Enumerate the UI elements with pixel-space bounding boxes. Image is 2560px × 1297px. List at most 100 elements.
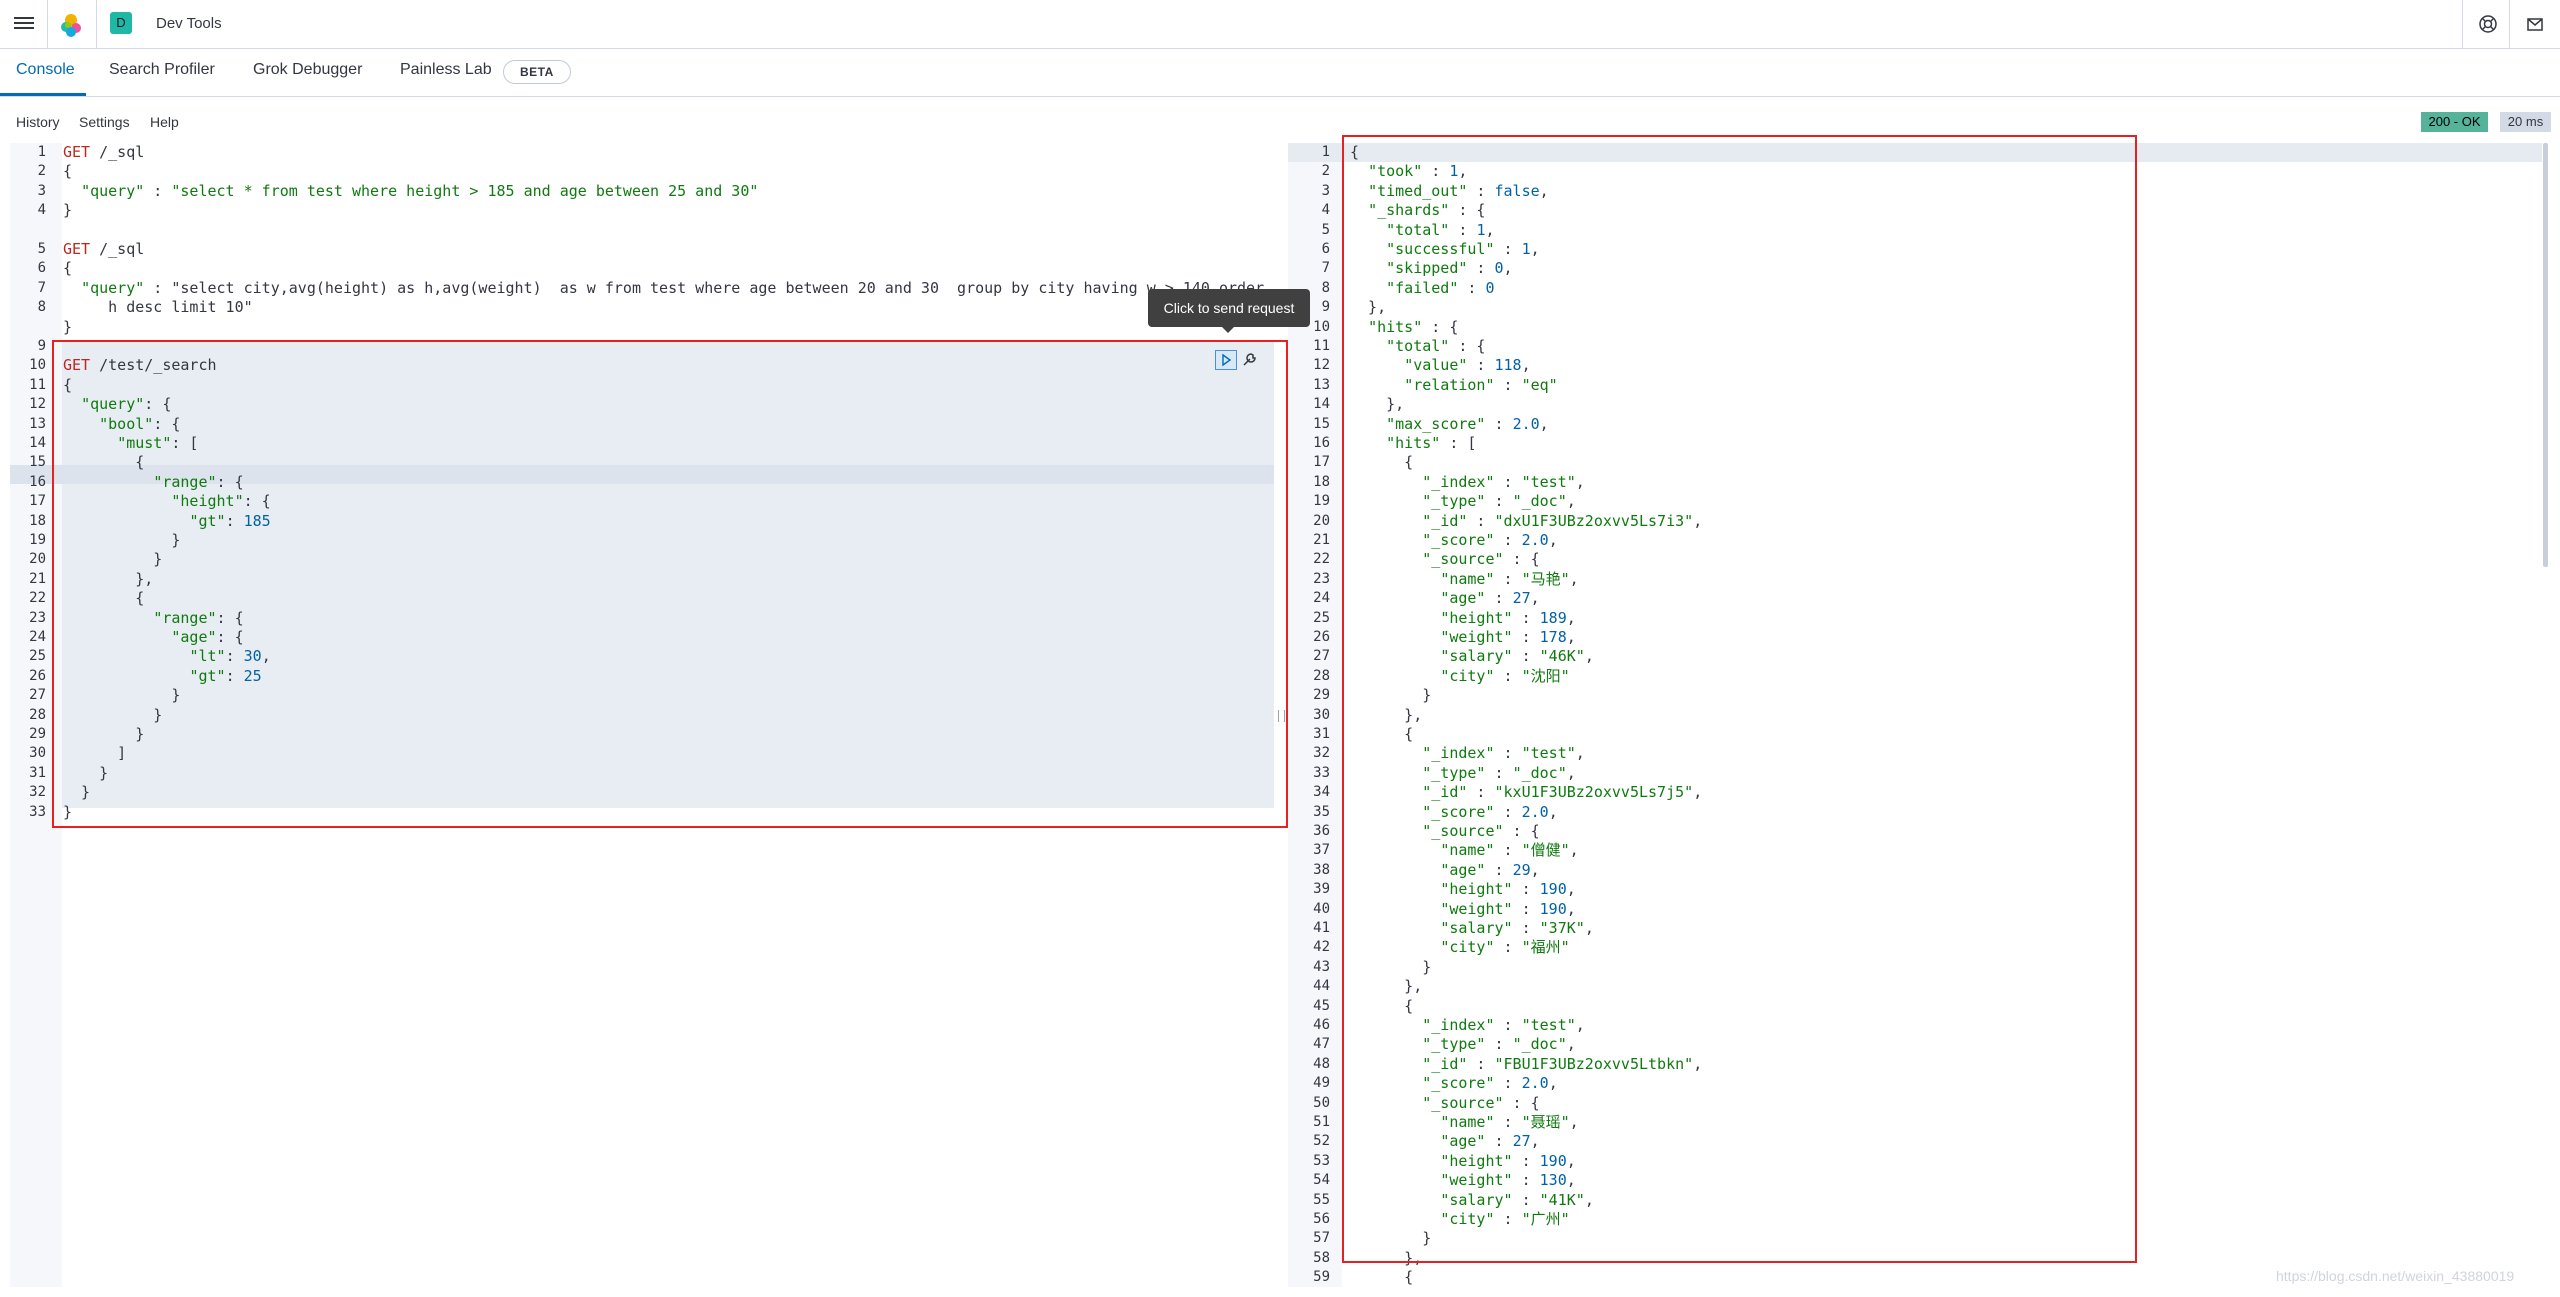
- response-code-text: "hits" : [: [1386, 434, 1477, 452]
- line-number: 3: [37, 182, 46, 199]
- line-number: 27: [29, 687, 46, 704]
- request-editor[interactable]: 1 GET /_sql 2 {3 "query" : "select * from t…: [10, 143, 1274, 1287]
- history-link[interactable]: History: [16, 114, 60, 130]
- line-number: 50: [1313, 1094, 1330, 1111]
- line-number: 20: [1313, 512, 1330, 529]
- request-code-text: "gt": 185: [189, 511, 271, 530]
- line-number: 56: [1313, 1211, 1330, 1227]
- line-number: 14: [1313, 396, 1330, 413]
- request-code-text: "range": {: [153, 608, 244, 627]
- response-code-text: "weight" : 178,: [1440, 628, 1576, 646]
- request-code-text: "query": {: [81, 395, 172, 414]
- tab-console[interactable]: Console: [16, 61, 75, 79]
- selected-request-block: [62, 342, 1274, 808]
- active-line-highlight: [1288, 143, 2542, 162]
- response-code-text: "hits" : {: [1368, 317, 1459, 336]
- devtools-tabs: Console Search Profiler Grok Debugger Pa…: [0, 49, 2560, 97]
- response-code-text: "_score" : 2.0,: [1422, 802, 1558, 821]
- settings-link[interactable]: Settings: [79, 114, 130, 130]
- tab-search-profiler[interactable]: Search Profiler: [109, 61, 215, 79]
- response-code-text: "_source" : {: [1422, 822, 1540, 840]
- request-code-text: {: [63, 453, 145, 472]
- request-code-text: "query" : "select * from test where heig…: [81, 181, 759, 200]
- response-viewer[interactable]: 1 {2 "took" : 1, 3 "timed_out" : false, 4 "…: [1288, 143, 2550, 1287]
- response-code-text: "height" : 189,: [1440, 608, 1576, 627]
- response-code-text: "age" : 27,: [1440, 589, 1540, 608]
- line-number: 31: [1313, 726, 1330, 742]
- request-code-text: ]: [63, 744, 127, 763]
- help-icon[interactable]: [2477, 13, 2499, 35]
- tab-painless-lab[interactable]: Painless Lab: [400, 61, 492, 79]
- line-number: 33: [1313, 764, 1330, 781]
- request-code-text: h desc limit 10": [63, 298, 253, 317]
- breadcrumb: Dev Tools: [156, 15, 222, 32]
- response-code-text: {: [1350, 1268, 1414, 1287]
- line-number: 34: [1313, 784, 1330, 801]
- request-code-text: }: [63, 201, 73, 220]
- header-divider: [2509, 0, 2510, 48]
- line-number: 16: [29, 473, 46, 490]
- line-number: 39: [1313, 881, 1330, 898]
- response-code-text: "height" : 190,: [1440, 880, 1576, 899]
- response-code-text: "city" : "福州": [1440, 938, 1570, 957]
- line-number: 13: [1313, 376, 1330, 393]
- mail-icon[interactable]: [2524, 13, 2546, 35]
- status-badge: 200 - OK: [2421, 112, 2488, 132]
- line-number: 15: [29, 454, 46, 471]
- line-number: 21: [1313, 532, 1330, 548]
- elastic-logo-icon[interactable]: [58, 12, 84, 38]
- line-number: 30: [29, 745, 46, 762]
- response-code-text: "name" : "马艳",: [1440, 569, 1579, 588]
- line-number: 1: [1321, 144, 1330, 160]
- line-number: 4: [37, 202, 46, 219]
- line-number: 25: [1313, 609, 1330, 626]
- menu-icon[interactable]: [14, 14, 34, 34]
- wrench-icon[interactable]: [1240, 350, 1260, 368]
- response-scrollbar[interactable]: [2543, 143, 2548, 567]
- request-code-text: }: [63, 686, 181, 705]
- response-code-text: },: [1350, 705, 1423, 724]
- line-number: 43: [1313, 958, 1330, 975]
- line-number: 21: [29, 570, 46, 587]
- response-code-text: {: [1350, 725, 1414, 743]
- pane-resize-handle[interactable]: [1278, 710, 1285, 722]
- request-code-text: GET /test/_search: [63, 356, 217, 375]
- request-code-text: }: [63, 550, 163, 569]
- help-link[interactable]: Help: [150, 114, 179, 130]
- line-number: 59: [1313, 1269, 1330, 1286]
- line-number: 37: [1313, 842, 1330, 859]
- response-code-text: "_id" : "FBU1F3UBz2oxvv5Ltbkn",: [1422, 1054, 1703, 1073]
- response-code-text: "successful" : 1,: [1386, 240, 1540, 258]
- response-code-text: {: [1350, 996, 1414, 1015]
- response-code-text: "_type" : "_doc",: [1422, 492, 1576, 511]
- play-icon[interactable]: [1215, 350, 1237, 370]
- line-number: 48: [1313, 1055, 1330, 1072]
- line-number: 55: [1313, 1191, 1330, 1208]
- line-number: 30: [1313, 706, 1330, 723]
- response-code-text: "_index" : "test",: [1422, 1016, 1585, 1034]
- request-code-text: }: [63, 783, 91, 802]
- line-number: 19: [1313, 493, 1330, 510]
- tab-grok-debugger[interactable]: Grok Debugger: [253, 61, 362, 79]
- line-number: 2: [1321, 163, 1330, 180]
- line-number: 44: [1313, 978, 1330, 995]
- line-number: 49: [1313, 1075, 1330, 1092]
- line-number: 36: [1313, 823, 1330, 839]
- response-code-text: "salary" : "37K",: [1440, 919, 1594, 937]
- line-number: 45: [1313, 997, 1330, 1014]
- response-code-text: "weight" : 130,: [1440, 1171, 1576, 1190]
- request-code-text: {: [63, 375, 73, 394]
- top-header: D Dev Tools: [0, 0, 2560, 49]
- line-number: 32: [1313, 745, 1330, 762]
- line-number: 29: [1313, 687, 1330, 704]
- line-number: 12: [1313, 357, 1330, 374]
- line-number: 33: [29, 803, 46, 820]
- response-code-text: "salary" : "41K",: [1440, 1190, 1594, 1209]
- line-number: 53: [1313, 1152, 1330, 1169]
- response-code-text: "failed" : 0: [1386, 278, 1495, 297]
- line-number: 14: [29, 435, 46, 451]
- line-number: 42: [1313, 939, 1330, 956]
- line-number: 35: [1313, 803, 1330, 820]
- response-code-text: "relation" : "eq": [1404, 375, 1558, 394]
- space-avatar[interactable]: D: [110, 12, 132, 34]
